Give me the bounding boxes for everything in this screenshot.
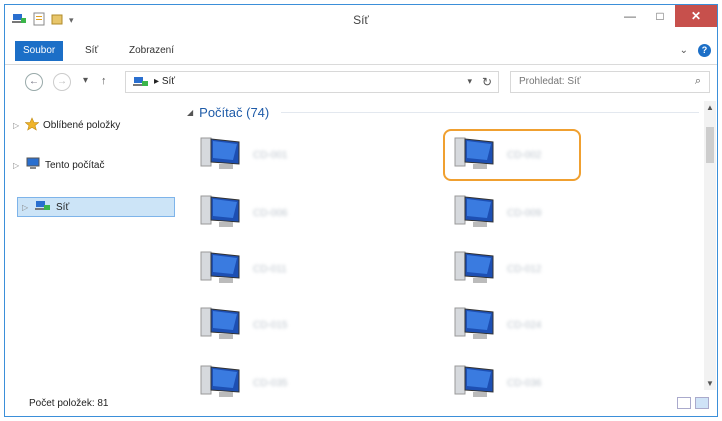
refresh-icon[interactable]: ↻ — [482, 75, 492, 89]
expand-arrow-icon[interactable]: ▷ — [13, 121, 21, 130]
recent-locations-icon[interactable]: ▾ — [83, 75, 88, 86]
nav-item-this-pc[interactable]: ▷ Tento počítač — [13, 155, 104, 175]
nav-item-favorites[interactable]: ▷ Oblíbené položky — [13, 115, 120, 135]
collapse-caret-icon[interactable]: ◢ — [187, 108, 193, 117]
ribbon-expand-icon[interactable]: ⌄ — [680, 45, 688, 56]
computer-name: CD-015 — [253, 319, 288, 331]
computer-name: CD-002 — [507, 149, 542, 161]
computer-item[interactable]: CD-024 — [453, 301, 613, 349]
computer-item[interactable]: CD-015 — [199, 301, 359, 349]
forward-button[interactable]: → — [53, 73, 71, 91]
breadcrumb[interactable]: Síť — [162, 76, 175, 87]
computer-item[interactable]: CD-011 — [199, 245, 359, 293]
minimize-button[interactable]: — — [615, 5, 645, 27]
group-title: Počítač (74) — [199, 104, 270, 120]
ribbon-tabs: Soubor Síť Zobrazení ⌄ ? — [5, 38, 717, 65]
address-bar[interactable]: ▸ Síť ▾ ↻ — [125, 71, 499, 93]
computer-icon — [199, 194, 243, 233]
scroll-down-icon[interactable]: ▼ — [704, 379, 716, 388]
computer-name: CD-001 — [253, 149, 288, 161]
computer-icon — [453, 306, 497, 345]
back-button[interactable]: ← — [25, 73, 43, 91]
scroll-up-icon[interactable]: ▲ — [704, 103, 716, 112]
computer-item[interactable]: CD-009 — [453, 189, 613, 237]
search-icon[interactable]: ⌕ — [695, 75, 701, 88]
scroll-thumb[interactable] — [706, 127, 714, 163]
group-divider — [281, 111, 699, 113]
nav-item-network[interactable]: ▷ Síť — [17, 197, 175, 217]
search-input[interactable] — [517, 75, 681, 88]
computer-name: CD-036 — [507, 377, 542, 389]
details-view-icon[interactable] — [677, 397, 691, 409]
search-box[interactable]: ⌕ — [510, 71, 710, 93]
network-icon — [132, 75, 150, 92]
up-arrow-icon[interactable]: ↑ — [101, 75, 107, 87]
group-header[interactable]: ◢ Počítač (74) — [187, 103, 699, 121]
status-bar: Počet položek: 81 — [5, 392, 717, 416]
expand-arrow-icon[interactable]: ▷ — [22, 203, 30, 212]
maximize-button[interactable]: □ — [645, 5, 675, 27]
computer-item[interactable]: CD-012 — [453, 245, 613, 293]
computer-name: CD-024 — [507, 319, 542, 331]
computer-icon — [199, 306, 243, 345]
computer-icon — [453, 136, 497, 175]
computer-name: CD-012 — [507, 263, 542, 275]
title-bar: ▾ Síť — □ ✕ — [5, 5, 717, 35]
computer-name: CD-009 — [507, 207, 542, 219]
content-pane: ◢ Počítač (74) CD-001 CD-002 CD-006 CD-009 C… — [185, 101, 703, 397]
item-count: Počet položek: 81 — [29, 398, 109, 409]
computer-item[interactable]: CD-001 — [199, 131, 359, 179]
navigation-bar: ← → ▾ ↑ ▸ Síť ▾ ↻ ⌕ — [5, 67, 717, 95]
explorer-window: ▾ Síť — □ ✕ Soubor Síť Zobrazení ⌄ ? ← →… — [4, 4, 718, 417]
tab-view[interactable]: Zobrazení — [121, 41, 182, 61]
large-icons-view-icon[interactable] — [695, 397, 709, 409]
window-title: Síť — [353, 13, 369, 27]
vertical-scrollbar[interactable]: ▲ ▼ — [704, 101, 716, 390]
computer-item[interactable]: CD-002 — [443, 129, 581, 181]
nav-item-label: Tento počítač — [45, 159, 105, 171]
computer-icon — [199, 250, 243, 289]
computer-icon — [25, 157, 41, 174]
computer-icon — [453, 250, 497, 289]
nav-item-label: Síť — [56, 201, 70, 213]
tab-file[interactable]: Soubor — [15, 41, 64, 61]
star-icon — [24, 116, 40, 134]
breadcrumb-separator: ▸ — [154, 76, 160, 87]
computer-name: CD-006 — [253, 207, 288, 219]
computer-icon — [199, 136, 243, 175]
help-icon[interactable]: ? — [698, 44, 711, 57]
computer-name: CD-011 — [253, 263, 287, 275]
network-icon — [34, 199, 52, 216]
navigation-pane: ▷ Oblíbené položky ▷ Tento počítač ▷ Síť — [5, 101, 180, 390]
address-dropdown-icon[interactable]: ▾ — [467, 76, 472, 87]
tab-network[interactable]: Síť — [77, 41, 106, 61]
computer-name: CD-035 — [253, 377, 288, 389]
computer-icon — [453, 194, 497, 233]
expand-arrow-icon[interactable]: ▷ — [13, 161, 21, 170]
nav-item-label: Oblíbené položky — [43, 119, 121, 131]
close-button[interactable]: ✕ — [675, 5, 717, 27]
computer-item[interactable]: CD-006 — [199, 189, 359, 237]
